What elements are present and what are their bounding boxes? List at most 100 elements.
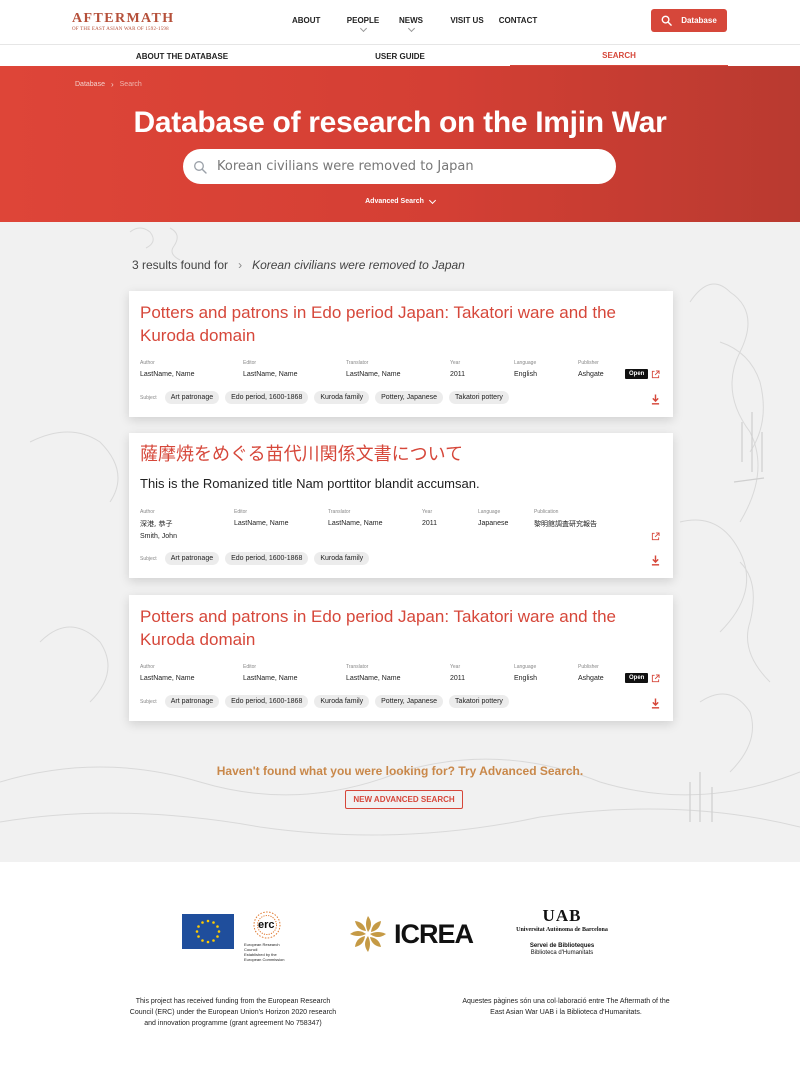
- meta-label: Translator: [346, 664, 369, 670]
- meta-label: Publication: [534, 509, 559, 515]
- meta-translator: Translator LastName, Name: [346, 360, 400, 381]
- database-button[interactable]: Database: [651, 9, 727, 32]
- subject-tag[interactable]: Kuroda family: [314, 695, 370, 708]
- site-logo[interactable]: AFTERMATH OF THE EAST ASIAN WAR OF 1592-…: [72, 12, 175, 33]
- meta-label: Year: [450, 664, 461, 670]
- author-link[interactable]: Smith, John: [140, 531, 177, 543]
- external-link-icon[interactable]: [651, 674, 660, 683]
- subject-tag[interactable]: Edo period, 1600-1868: [225, 552, 309, 565]
- meta-author: Author LastName, Name: [140, 360, 194, 381]
- result-card: Potters and patrons in Edo period Japan:…: [129, 291, 673, 417]
- meta-label: Editor: [243, 360, 257, 366]
- not-found-prompt: Haven't found what you were looking for?…: [216, 764, 584, 778]
- meta-label: Publisher: [578, 664, 599, 670]
- subject-label: Subject: [140, 555, 157, 562]
- meta-publisher: Publisher Ashgate: [578, 664, 604, 685]
- subject-tag[interactable]: Takatori pottery: [449, 391, 509, 404]
- results-summary: 3 results found for › Korean civilians w…: [132, 258, 465, 272]
- meta-label: Publisher: [578, 360, 599, 366]
- uab-humanities-library: Biblioteca d'Humanitats: [530, 950, 594, 956]
- subject-tag[interactable]: Art patronage: [164, 695, 220, 708]
- subnav-about-database[interactable]: ABOUT THE DATABASE: [72, 45, 292, 67]
- meta-year: Year 2011: [422, 509, 437, 530]
- meta-language: Language Japanese: [478, 509, 508, 530]
- author-link[interactable]: LastName, Name: [140, 369, 194, 381]
- open-access-badge: Open: [625, 369, 649, 379]
- subject-tag[interactable]: Art patronage: [164, 391, 220, 404]
- nav-visit-us[interactable]: VISIT US: [450, 16, 484, 31]
- breadcrumb-search: Search: [119, 81, 142, 88]
- result-title-link[interactable]: Potters and patrons in Edo period Japan:…: [140, 605, 640, 651]
- author-link[interactable]: LastName, Name: [140, 673, 194, 685]
- meta-label: Year: [422, 509, 433, 515]
- erc-caption-line-1: European Research Council: [244, 942, 280, 952]
- translator-value: LastName, Name: [328, 520, 383, 527]
- result-title-link[interactable]: Potters and patrons in Edo period Japan:…: [140, 301, 640, 347]
- erc-caption: European Research Council Established by…: [244, 942, 294, 962]
- subnav-search[interactable]: SEARCH: [510, 45, 728, 67]
- breadcrumb-database[interactable]: Database: [75, 81, 105, 88]
- results-count: 3 results found for: [132, 258, 229, 272]
- meta-author: Author LastName, Name: [140, 664, 194, 685]
- meta-label: Author: [140, 509, 155, 515]
- year-value: 2011: [422, 520, 438, 527]
- subject-tag[interactable]: Pottery, Japanese: [375, 391, 444, 404]
- meta-label: Language: [478, 509, 501, 515]
- meta-label: Language: [514, 664, 537, 670]
- page-title: Database of research on the Imjin War: [133, 106, 667, 139]
- new-advanced-search-button[interactable]: NEW ADVANCED SEARCH: [345, 790, 463, 809]
- icrea-wordmark: ICREA: [394, 918, 474, 949]
- result-card: 薩摩焼をめぐる苗代川関係文書について This is the Romanized…: [129, 433, 673, 578]
- advanced-search-toggle[interactable]: Advanced Search: [0, 196, 800, 205]
- meta-translator: Translator LastName, Name: [328, 509, 382, 530]
- editor-value: LastName, Name: [243, 675, 298, 682]
- download-icon[interactable]: [651, 394, 660, 405]
- result-card: Potters and patrons in Edo period Japan:…: [129, 595, 673, 721]
- search-input[interactable]: [217, 159, 597, 174]
- subject-tag[interactable]: Pottery, Japanese: [375, 695, 444, 708]
- meta-year: Year 2011: [450, 664, 465, 685]
- subject-tags: Subject Art patronage Edo period, 1600-1…: [140, 552, 370, 565]
- download-icon[interactable]: [651, 555, 660, 566]
- subnav-user-guide[interactable]: USER GUIDE: [290, 45, 510, 67]
- footer: erc European Research Council Establishe…: [0, 862, 800, 1068]
- meta-label: Author: [140, 360, 155, 366]
- external-link-icon[interactable]: [651, 532, 660, 541]
- meta-label: Author: [140, 664, 155, 670]
- external-link-icon[interactable]: [651, 370, 660, 379]
- editor-value: LastName, Name: [243, 371, 298, 378]
- download-icon[interactable]: [651, 698, 660, 709]
- subject-tag[interactable]: Kuroda family: [314, 552, 370, 565]
- nav-about[interactable]: ABOUT: [292, 16, 320, 31]
- meta-label: Editor: [243, 664, 257, 670]
- meta-editor: Editor LastName, Name: [243, 360, 297, 381]
- eu-flag-logo: [182, 914, 234, 949]
- result-title-link[interactable]: 薩摩焼をめぐる苗代川関係文書について: [140, 443, 640, 466]
- year-value: 2011: [450, 371, 466, 378]
- nav-people[interactable]: PEOPLE: [338, 16, 388, 33]
- uab-library-service: Servei de Biblioteques: [529, 943, 595, 949]
- collaboration-note: Aquestes pàgines són una col·laboració e…: [462, 998, 670, 1016]
- language-value: English: [514, 675, 537, 682]
- advanced-search-label: Advanced Search: [365, 198, 424, 205]
- meta-year: Year 2011: [450, 360, 465, 381]
- meta-label: Year: [450, 360, 461, 366]
- subject-tags: Subject Art patronage Edo period, 1600-1…: [140, 391, 509, 404]
- chevron-right-icon: ›: [110, 80, 114, 89]
- meta-author: Author 深港, 恭子 Smith, John: [140, 509, 177, 543]
- icrea-emblem-icon: [350, 916, 386, 952]
- nav-news[interactable]: NEWS: [396, 16, 426, 33]
- search-box[interactable]: [183, 149, 616, 184]
- search-hero: Database › Search Database of research o…: [0, 66, 800, 222]
- subject-tag[interactable]: Takatori pottery: [449, 695, 509, 708]
- subject-tag[interactable]: Kuroda family: [314, 391, 370, 404]
- nav-contact[interactable]: CONTACT: [498, 16, 538, 31]
- subject-tag[interactable]: Edo period, 1600-1868: [225, 391, 309, 404]
- translator-value: LastName, Name: [346, 371, 401, 378]
- meta-publisher: Publisher Ashgate: [578, 360, 604, 381]
- subject-tag[interactable]: Edo period, 1600-1868: [225, 695, 309, 708]
- subject-tag[interactable]: Art patronage: [164, 552, 220, 565]
- erc-logo: erc European Research Council Establishe…: [238, 910, 294, 962]
- year-value: 2011: [450, 675, 466, 682]
- author-link[interactable]: 深港, 恭子: [140, 518, 177, 530]
